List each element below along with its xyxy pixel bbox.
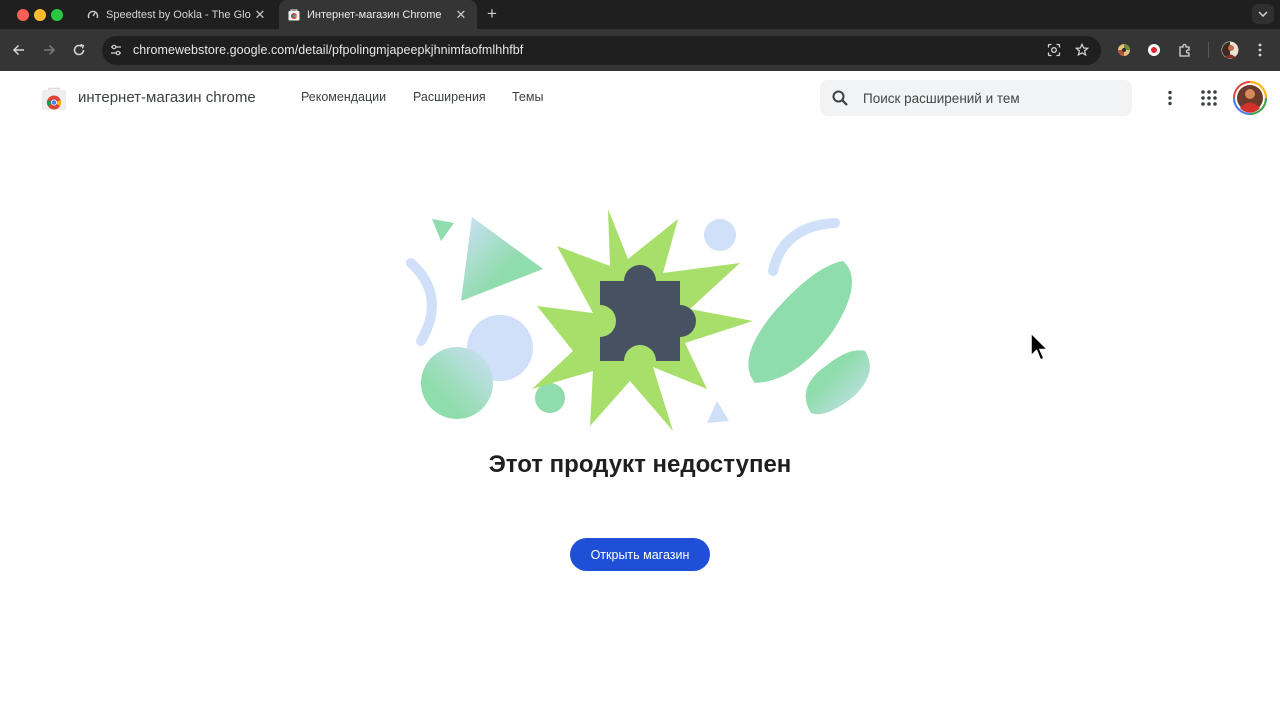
extensions-puzzle-icon[interactable] xyxy=(1175,40,1195,60)
tab-title: Интернет-магазин Chrome xyxy=(307,8,442,21)
window-close-button[interactable] xyxy=(17,9,29,21)
nav-link-recommendations[interactable]: Рекомендации xyxy=(301,90,386,104)
site-info-tune-icon[interactable] xyxy=(109,43,123,57)
speedtest-gauge-icon xyxy=(87,9,99,21)
close-tab-icon[interactable]: ✕ xyxy=(453,7,469,23)
chrome-web-store-logo-icon[interactable] xyxy=(41,87,67,111)
more-options-dots-icon[interactable] xyxy=(1160,88,1180,108)
bookmark-star-icon[interactable] xyxy=(1075,43,1089,57)
back-arrow-icon[interactable] xyxy=(9,40,29,60)
close-tab-icon[interactable]: ✕ xyxy=(252,7,268,23)
tab-speedtest[interactable]: Speedtest by Ookla - The Glo ✕ xyxy=(78,0,276,29)
browser-window: Speedtest by Ookla - The Glo ✕ Интернет-… xyxy=(0,0,1280,720)
forward-arrow-icon[interactable] xyxy=(39,40,59,60)
tab-title: Speedtest by Ookla - The Glo xyxy=(106,8,251,21)
mint-circle-shape xyxy=(421,347,493,419)
tab-chrome-web-store[interactable]: Интернет-магазин Chrome ✕ xyxy=(279,0,477,29)
search-input[interactable] xyxy=(863,80,1123,116)
small-blue-circle-shape xyxy=(704,219,736,251)
mouse-cursor-icon xyxy=(1030,332,1049,361)
url-text: chromewebstore.google.com/detail/pfpolin… xyxy=(133,43,523,57)
small-blue-triangle-shape xyxy=(707,401,729,423)
account-avatar[interactable] xyxy=(1233,81,1267,115)
reload-icon[interactable] xyxy=(69,40,89,60)
unavailable-message: Этот продукт недоступен xyxy=(488,451,792,478)
search-icon xyxy=(831,89,849,107)
url-host: chromewebstore.google.com xyxy=(133,43,295,57)
toolbar-separator xyxy=(1208,42,1209,58)
store-page: интернет-магазин chrome Рекомендации Рас… xyxy=(0,71,1280,720)
unavailable-illustration xyxy=(406,209,870,431)
small-mint-dot-shape xyxy=(535,383,565,413)
store-name[interactable]: интернет-магазин chrome xyxy=(78,89,256,106)
url-path: /detail/pfpolingmjapeepkjhnimfaofmlhhfbf xyxy=(294,43,524,57)
right-arc-shape xyxy=(768,218,840,276)
tab-strip: Speedtest by Ookla - The Glo ✕ Интернет-… xyxy=(0,0,1280,29)
new-tab-plus-icon[interactable]: + xyxy=(483,5,501,23)
address-bar[interactable]: chromewebstore.google.com/detail/pfpolin… xyxy=(102,36,1101,65)
window-maximize-button[interactable] xyxy=(51,9,63,21)
tab-search-chevron-icon[interactable] xyxy=(1252,4,1274,24)
search-box[interactable] xyxy=(820,80,1132,116)
nav-link-themes[interactable]: Темы xyxy=(512,90,543,104)
profile-avatar-icon[interactable] xyxy=(1220,40,1240,60)
extension-multicolor-icon[interactable] xyxy=(1114,40,1134,60)
chrome-web-store-icon xyxy=(288,9,300,21)
left-arc-shape xyxy=(406,258,437,346)
large-triangle-shape xyxy=(461,217,543,301)
open-store-button[interactable]: Открыть магазин xyxy=(570,538,710,571)
nav-link-extensions[interactable]: Расширения xyxy=(413,90,486,104)
browser-menu-dots-icon[interactable] xyxy=(1250,40,1270,60)
small-triangle-shape xyxy=(432,219,454,241)
google-apps-grid-icon[interactable] xyxy=(1199,88,1219,108)
record-extension-icon[interactable] xyxy=(1144,40,1164,60)
leaf-shape-small xyxy=(805,350,870,415)
google-lens-icon[interactable] xyxy=(1047,43,1061,57)
window-minimize-button[interactable] xyxy=(34,9,46,21)
